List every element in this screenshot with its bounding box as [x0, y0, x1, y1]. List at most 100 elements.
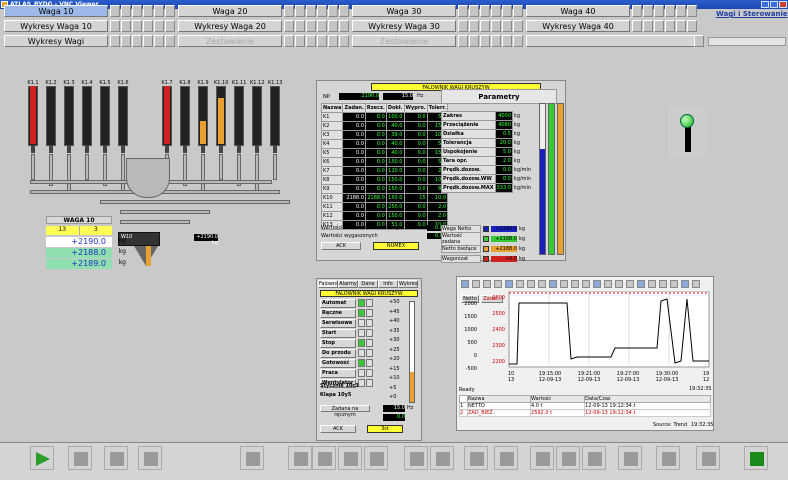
numex-button[interactable]: NUMEX: [373, 242, 419, 250]
trend-tool-icon[interactable]: [582, 280, 590, 288]
brand-link[interactable]: Wagi i Sterowanie: [716, 10, 788, 18]
tab-slot[interactable]: [491, 5, 501, 17]
status-led[interactable]: [358, 369, 365, 377]
tab-slot[interactable]: [154, 35, 164, 47]
tab-slot[interactable]: [121, 5, 131, 17]
status-led2[interactable]: [366, 369, 373, 377]
fal-tab-wykres[interactable]: Wykres: [398, 280, 418, 288]
param-value[interactable]: 0.0: [494, 174, 513, 184]
tab-slot[interactable]: [154, 20, 164, 32]
param-value[interactable]: 0.5: [494, 129, 513, 139]
param-value[interactable]: 0.0: [494, 165, 513, 175]
trend-tool-icon[interactable]: [626, 280, 634, 288]
table-cell[interactable]: 250.0: [385, 202, 405, 212]
tab-slot[interactable]: [165, 5, 175, 17]
tab-slot[interactable]: [121, 20, 131, 32]
table-cell[interactable]: 0.0: [403, 220, 428, 230]
tab-slot[interactable]: [339, 20, 349, 32]
table-cell[interactable]: 0.0: [342, 130, 366, 140]
tab-row3-2[interactable]: Zestawienie: [178, 35, 282, 47]
tab-slot[interactable]: [513, 35, 523, 47]
forward-button[interactable]: [494, 446, 518, 470]
tab-slot[interactable]: [306, 5, 316, 17]
trend-row[interactable]: 1 NETTO 4.0 t 12-09-13 19:12:34.t: [459, 402, 711, 410]
trend-tool-icon[interactable]: [659, 280, 667, 288]
trend-tool-icon[interactable]: [494, 280, 502, 288]
status-led[interactable]: [358, 359, 365, 367]
table-cell[interactable]: 0.0: [403, 202, 428, 212]
status-led[interactable]: [358, 349, 365, 357]
table-cell[interactable]: 0.0: [364, 157, 387, 167]
status-led2[interactable]: [366, 379, 373, 387]
status-led[interactable]: [358, 329, 365, 337]
trend-tool-icon[interactable]: [549, 280, 557, 288]
volume-button[interactable]: [696, 446, 720, 470]
tab-slot[interactable]: [458, 35, 468, 47]
table-cell[interactable]: 0.0: [403, 166, 428, 176]
table-cell[interactable]: 10.0: [426, 193, 449, 203]
fal-tab-falownik[interactable]: Falownik: [318, 280, 340, 288]
trend-tool-icon[interactable]: [681, 280, 689, 288]
tab-slot[interactable]: [654, 20, 664, 32]
tab-slot[interactable]: [687, 20, 697, 32]
close-button[interactable]: [779, 1, 787, 8]
status-led[interactable]: [358, 299, 365, 307]
status-led2[interactable]: [366, 319, 373, 327]
table-cell[interactable]: 150.0: [385, 193, 405, 203]
table-cell[interactable]: 0.0: [403, 211, 428, 221]
table-cell[interactable]: 0.0: [342, 157, 366, 167]
tab-wykresy-2[interactable]: Wykresy Waga 20: [178, 20, 282, 32]
tab-slot[interactable]: [480, 5, 490, 17]
trend-tool-icon[interactable]: [472, 280, 480, 288]
table-cell[interactable]: 0.0: [342, 148, 366, 158]
tab-slot[interactable]: [339, 5, 349, 17]
trend-row[interactable]: 2 ZAD_BIEŻ 2592.0 t 12-09-13 19:12:34.t: [459, 409, 711, 417]
table-cell[interactable]: 0.0: [403, 157, 428, 167]
trend-tool-icon[interactable]: [461, 280, 469, 288]
table-cell[interactable]: 0.0: [403, 112, 428, 122]
table-cell[interactable]: 100.0: [385, 112, 405, 122]
status-led[interactable]: [358, 379, 365, 387]
tab-row3-1[interactable]: Wykresy Wagi: [4, 35, 108, 47]
table-cell[interactable]: 0.0: [403, 175, 428, 185]
trend-tool-icon[interactable]: [648, 280, 656, 288]
trend-tool-icon[interactable]: [527, 280, 535, 288]
tab-slot[interactable]: [284, 5, 294, 17]
copy-button[interactable]: [138, 446, 162, 470]
table-cell[interactable]: 0.0: [364, 112, 387, 122]
tab-slot[interactable]: [469, 5, 479, 17]
param-value[interactable]: 4000: [494, 111, 513, 121]
table-cell[interactable]: 0.0: [342, 166, 366, 176]
tab-slot[interactable]: [295, 35, 305, 47]
table-cell[interactable]: 0.0: [342, 175, 366, 185]
wave-button[interactable]: [744, 446, 768, 470]
trend-tool-icon[interactable]: [483, 280, 491, 288]
doc3-button[interactable]: [582, 446, 606, 470]
trend-tool-icon[interactable]: [505, 280, 513, 288]
trend-tool-icon[interactable]: [615, 280, 623, 288]
table-cell[interactable]: 0.0: [364, 166, 387, 176]
tab-slot[interactable]: [654, 5, 664, 17]
tab-wykresy-1[interactable]: Wykresy Waga 10: [4, 20, 108, 32]
table-cell[interactable]: 150.0: [385, 157, 405, 167]
export-button[interactable]: [240, 446, 264, 470]
tab-slot[interactable]: [132, 5, 142, 17]
tab-wykresy-3[interactable]: Wykresy Waga 30: [352, 20, 456, 32]
up-button[interactable]: [312, 446, 336, 470]
tab-waga-1[interactable]: Waga 10: [4, 5, 108, 17]
tab-slot[interactable]: [295, 5, 305, 17]
table-cell[interactable]: 2188.0: [364, 193, 387, 203]
table-cell[interactable]: 0.0: [364, 184, 387, 194]
fal-tab-info[interactable]: Info: [378, 280, 398, 288]
tab-waga-3[interactable]: Waga 30: [352, 5, 456, 17]
table-cell[interactable]: 0.0: [364, 148, 387, 158]
tab-slot[interactable]: [665, 20, 675, 32]
param-value[interactable]: 2.0: [494, 156, 513, 166]
tab-slot[interactable]: [458, 20, 468, 32]
tab-slot[interactable]: [121, 35, 131, 47]
tab-slot[interactable]: [643, 5, 653, 17]
import-button[interactable]: [464, 446, 488, 470]
filter-button[interactable]: [68, 446, 92, 470]
tab-slot[interactable]: [132, 35, 142, 47]
tab-slot[interactable]: [110, 35, 120, 47]
